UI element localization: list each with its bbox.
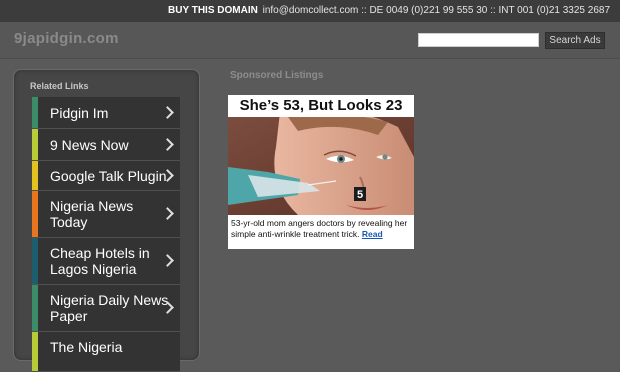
search-ads-button[interactable]: Search Ads xyxy=(545,32,605,49)
sponsored-ad[interactable]: She’s 53, But Looks 23 5 53-yr-old mom a… xyxy=(228,95,414,249)
contact-info: info@domcollect.com :: DE 0049 (0)221 99… xyxy=(262,5,611,16)
link-color-stripe xyxy=(32,129,38,160)
ad-read-link[interactable]: Read xyxy=(362,229,383,239)
related-link-label: Nigeria Daily News Paper xyxy=(50,292,169,324)
search-input[interactable] xyxy=(418,33,539,47)
related-link-nigeria-news-today[interactable]: Nigeria News Today xyxy=(32,191,180,238)
related-links-title: Related Links xyxy=(30,81,89,91)
related-link-pidgin-im[interactable]: Pidgin Im xyxy=(32,97,180,129)
ad-caption[interactable]: 53-yr-old mom angers doctors by revealin… xyxy=(231,218,411,240)
ad-photo[interactable]: 5 xyxy=(228,117,414,215)
related-link-label: Cheap Hotels in Lagos Nigeria xyxy=(50,245,150,277)
link-color-stripe xyxy=(32,161,38,190)
sponsored-listings-title: Sponsored Listings xyxy=(230,70,324,81)
link-color-stripe xyxy=(32,238,38,284)
related-links-panel: Related Links Pidgin Im 9 News Now Googl… xyxy=(13,69,200,372)
link-color-stripe xyxy=(32,191,38,237)
channel-5-badge-text: 5 xyxy=(357,189,363,201)
related-link-label: Google Talk Plugin xyxy=(50,168,167,184)
header: 9japidgin.com Search Ads xyxy=(0,22,620,59)
related-link-label: 9 News Now xyxy=(50,137,129,153)
ad-photo-illustration: 5 xyxy=(228,117,414,215)
related-link-nigeria-daily-news-paper[interactable]: Nigeria Daily News Paper xyxy=(32,285,180,332)
related-link-label: Nigeria News Today xyxy=(50,198,134,230)
related-link-label: Pidgin Im xyxy=(50,105,109,121)
related-link-the-nigeria[interactable]: The Nigeria xyxy=(32,332,180,372)
top-bar: BUY THIS DOMAIN info@domcollect.com :: D… xyxy=(0,0,620,22)
ad-headline[interactable]: She’s 53, But Looks 23 xyxy=(228,95,414,117)
related-link-cheap-hotels-lagos[interactable]: Cheap Hotels in Lagos Nigeria xyxy=(32,238,180,285)
site-logo[interactable]: 9japidgin.com xyxy=(14,30,119,47)
link-color-stripe xyxy=(32,97,38,128)
link-color-stripe xyxy=(32,285,38,331)
related-link-google-talk-plugin[interactable]: Google Talk Plugin xyxy=(32,161,180,191)
buy-domain-link[interactable]: BUY THIS DOMAIN xyxy=(168,5,258,16)
related-link-label: The Nigeria xyxy=(50,339,123,355)
related-links-list: Pidgin Im 9 News Now Google Talk Plugin … xyxy=(32,97,180,372)
domain-contact-line: BUY THIS DOMAIN info@domcollect.com :: D… xyxy=(168,0,610,22)
related-link-9-news-now[interactable]: 9 News Now xyxy=(32,129,180,161)
link-color-stripe xyxy=(32,332,38,371)
